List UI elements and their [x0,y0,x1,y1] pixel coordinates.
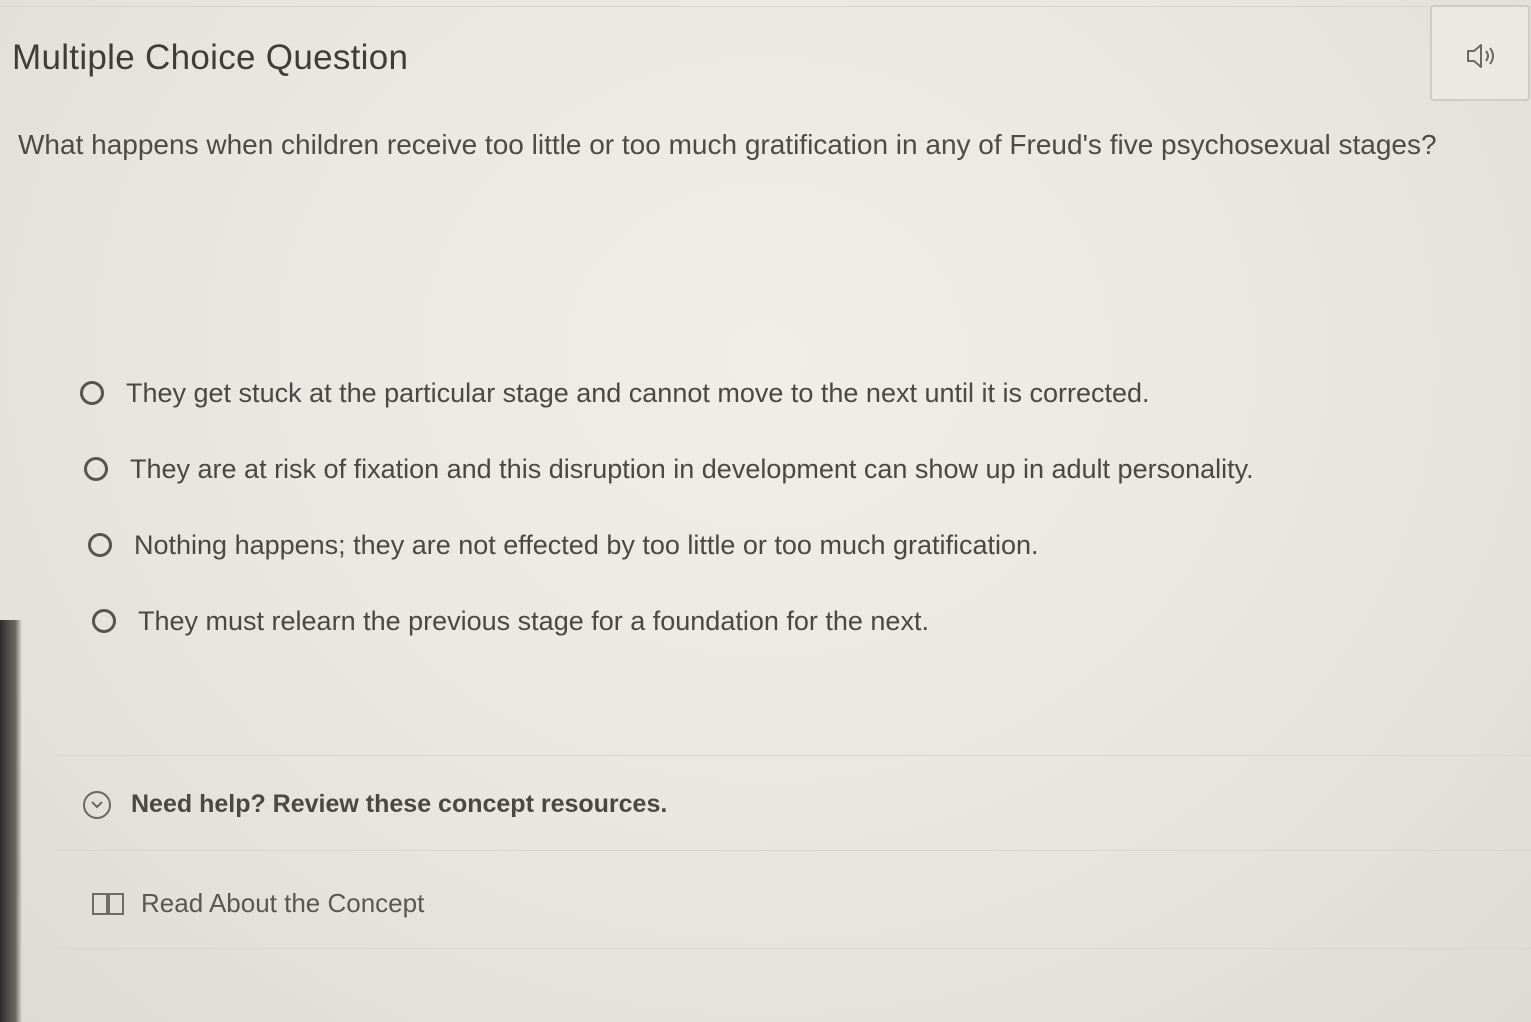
radio-button[interactable] [80,381,104,405]
book-icon [92,892,124,915]
radio-button[interactable] [84,457,108,481]
question-page: Multiple Choice Question What happens wh… [0,0,1531,1022]
read-aloud-button[interactable] [1430,5,1530,101]
answer-option[interactable]: They get stuck at the particular stage a… [80,355,1460,431]
concept-resources-panel: Need help? Review these concept resource… [55,755,1531,851]
radio-button[interactable] [88,533,112,557]
top-divider [0,6,1531,7]
answer-option-label: Nothing happens; they are not effected b… [134,529,1039,560]
answer-option[interactable]: They are at risk of fixation and this di… [84,431,1460,507]
chevron-down-icon [83,790,111,819]
question-prompt: What happens when children receive too l… [18,129,1437,160]
answer-option-label: They get stuck at the particular stage a… [126,377,1150,408]
read-about-concept-link[interactable]: Read About the Concept [91,888,424,919]
screen-edge-shadow [0,620,22,1022]
answer-option-label: They must relearn the previous stage for… [138,605,929,636]
radio-button[interactable] [92,609,116,633]
resource-list: Read About the Concept [55,850,1531,949]
question-type-title: Multiple Choice Question [12,38,409,77]
answer-option-label: They are at risk of fixation and this di… [130,453,1254,484]
concept-resources-toggle[interactable]: Need help? Review these concept resource… [83,790,667,819]
answer-option[interactable]: They must relearn the previous stage for… [92,583,1460,659]
speaker-icon [1467,44,1494,68]
answer-option[interactable]: Nothing happens; they are not effected b… [88,507,1460,583]
answer-options: They get stuck at the particular stage a… [80,355,1460,659]
read-about-concept-label: Read About the Concept [141,888,425,918]
concept-resources-label: Need help? Review these concept resource… [131,790,668,818]
